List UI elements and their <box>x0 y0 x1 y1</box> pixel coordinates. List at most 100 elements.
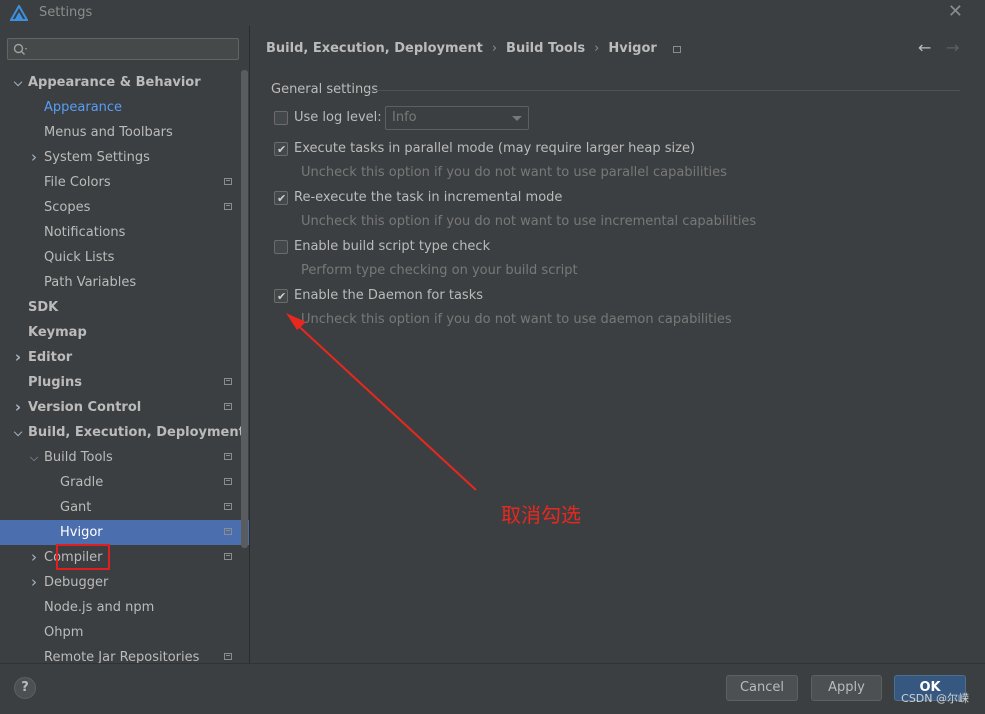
close-icon[interactable]: ✕ <box>948 3 963 21</box>
sidebar-item-scopes[interactable]: Scopes <box>0 195 249 220</box>
sidebar-item-label: Version Control <box>28 400 142 415</box>
project-scope-icon <box>224 553 232 560</box>
sidebar-item-label: Plugins <box>28 375 82 390</box>
title-bar: Settings ✕ <box>0 0 985 26</box>
sidebar-item-gradle[interactable]: Gradle <box>0 470 249 495</box>
settings-content: Build, Execution, Deployment › Build Tools… <box>250 26 985 663</box>
sidebar-item-hvigor[interactable]: Hvigor <box>0 520 249 545</box>
back-arrow-icon[interactable]: ← <box>918 38 931 57</box>
sidebar-item-gant[interactable]: Gant <box>0 495 249 520</box>
apply-button[interactable]: Apply <box>811 675 882 701</box>
sidebar-item-remote-jar-repositories[interactable]: Remote Jar Repositories <box>0 645 249 663</box>
chevron-down-icon[interactable]: ⌵ <box>12 420 24 445</box>
sidebar-item-label: Debugger <box>44 575 109 590</box>
sidebar-item-version-control[interactable]: › Version Control <box>0 395 249 420</box>
option-hint: Uncheck this option if you do not want t… <box>301 312 732 327</box>
project-scope-icon <box>224 203 232 210</box>
chevron-right-icon[interactable]: › <box>28 570 40 595</box>
sidebar-item-compiler[interactable]: › Compiler <box>0 545 249 570</box>
daemon-checkbox[interactable]: ✔ <box>274 289 288 303</box>
chevron-right-icon[interactable]: › <box>28 545 40 570</box>
option-label: Re-execute the task in incremental mode <box>294 190 563 205</box>
chevron-down-icon <box>512 116 522 121</box>
sidebar-item-label: Appearance <box>44 100 123 115</box>
sidebar-item-notifications[interactable]: Notifications <box>0 220 249 245</box>
help-button[interactable]: ? <box>14 677 36 699</box>
option-label: Enable the Daemon for tasks <box>294 288 483 303</box>
sidebar-item-quick-lists[interactable]: Quick Lists <box>0 245 249 270</box>
window-title: Settings <box>39 5 93 20</box>
forward-arrow-icon[interactable]: → <box>946 38 959 57</box>
sidebar-item-label: Keymap <box>28 325 87 340</box>
sidebar-item-label: Menus and Toolbars <box>44 125 173 140</box>
sidebar-item-node-js-and-npm[interactable]: Node.js and npm <box>0 595 249 620</box>
incremental-mode-checkbox[interactable]: ✔ <box>274 191 288 205</box>
sidebar-item-menus-and-toolbars[interactable]: Menus and Toolbars <box>0 120 249 145</box>
sidebar-item-appearance-behavior[interactable]: ⌵ Appearance & Behavior <box>0 70 249 95</box>
sidebar-item-label: Appearance & Behavior <box>28 75 201 90</box>
project-scope-icon <box>224 403 232 410</box>
sidebar-item-system-settings[interactable]: › System Settings <box>0 145 249 170</box>
chevron-down-icon[interactable]: ⌵ <box>12 70 24 95</box>
sidebar-item-label: SDK <box>28 300 59 315</box>
log-level-label: Use log level: <box>294 110 382 125</box>
project-scope-icon <box>224 528 232 535</box>
sidebar-item-path-variables[interactable]: Path Variables <box>0 270 249 295</box>
annotation-highlight-box <box>56 544 110 570</box>
sidebar-item-ohpm[interactable]: Ohpm <box>0 620 249 645</box>
chevron-right-icon[interactable]: › <box>12 395 24 420</box>
checkmark-icon: ✔ <box>277 290 287 303</box>
log-level-select[interactable]: Info <box>385 106 529 130</box>
group-title: General settings <box>271 82 379 97</box>
breadcrumb-item: Build Tools <box>506 41 586 56</box>
search-input[interactable] <box>7 38 239 60</box>
project-scope-icon <box>224 503 232 510</box>
project-scope-icon <box>224 653 232 660</box>
sidebar-item-plugins[interactable]: Plugins <box>0 370 249 395</box>
checkmark-icon: ✔ <box>277 143 287 156</box>
sidebar-item-label: Quick Lists <box>44 250 115 265</box>
sidebar-item-debugger[interactable]: › Debugger <box>0 570 249 595</box>
option-label: Enable build script type check <box>294 239 491 254</box>
sidebar-item-label: Editor <box>28 350 73 365</box>
sidebar-item-sdk[interactable]: SDK <box>0 295 249 320</box>
sidebar-item-build-tools[interactable]: ⌵ Build Tools <box>0 445 249 470</box>
sidebar-item-label: Gant <box>60 500 92 515</box>
sidebar-scrollbar[interactable] <box>241 70 248 548</box>
project-scope-icon <box>673 46 682 53</box>
sidebar-item-keymap[interactable]: Keymap <box>0 320 249 345</box>
sidebar-item-build-execution-deployment[interactable]: ⌵ Build, Execution, Deployment <box>0 420 249 445</box>
log-level-checkbox[interactable] <box>274 111 288 125</box>
sidebar-item-label: System Settings <box>44 150 150 165</box>
cancel-button[interactable]: Cancel <box>726 675 798 701</box>
option-hint: Uncheck this option if you do not want t… <box>301 214 757 229</box>
breadcrumb: Build, Execution, Deployment › Build Tools… <box>266 41 682 56</box>
dialog-footer: ? Cancel Apply OK CSDN @尔嵘 <box>0 663 985 714</box>
sidebar-item-label: Notifications <box>44 225 126 240</box>
breadcrumb-item: Build, Execution, Deployment <box>266 41 483 56</box>
breadcrumb-separator: › <box>491 41 498 56</box>
sidebar-item-label: Gradle <box>60 475 104 490</box>
sidebar-item-label: Hvigor <box>60 525 103 540</box>
sidebar-item-appearance[interactable]: Appearance <box>0 95 249 120</box>
sidebar-item-label: File Colors <box>44 175 111 190</box>
annotation-text: 取消勾选 <box>501 503 581 527</box>
sidebar-item-label: Path Variables <box>44 275 137 290</box>
parallel-mode-checkbox[interactable]: ✔ <box>274 142 288 156</box>
sidebar-item-label: Scopes <box>44 200 91 215</box>
watermark: CSDN @尔嵘 <box>901 692 969 705</box>
project-scope-icon <box>224 478 232 485</box>
project-scope-icon <box>224 178 232 185</box>
chevron-right-icon[interactable]: › <box>12 345 24 370</box>
sidebar-item-label: Build Tools <box>44 450 113 465</box>
chevron-down-icon[interactable]: ⌵ <box>28 445 40 470</box>
chevron-right-icon[interactable]: › <box>28 145 40 170</box>
search-icon <box>13 43 27 55</box>
checkmark-icon: ✔ <box>277 192 287 205</box>
type-check-checkbox[interactable] <box>274 240 288 254</box>
sidebar-item-editor[interactable]: › Editor <box>0 345 249 370</box>
option-label: Execute tasks in parallel mode (may requ… <box>294 141 696 156</box>
app-logo-icon <box>10 5 28 21</box>
sidebar-item-file-colors[interactable]: File Colors <box>0 170 249 195</box>
option-hint: Perform type checking on your build scri… <box>301 263 578 278</box>
